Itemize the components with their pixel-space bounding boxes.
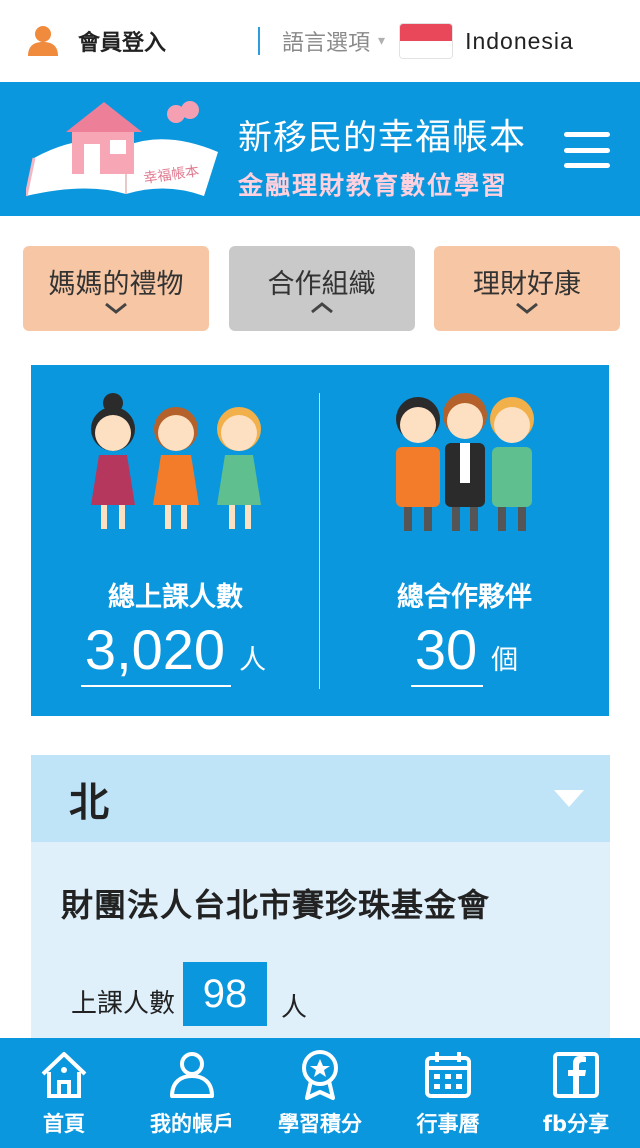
chevron-down-icon — [516, 302, 538, 314]
tab-partners[interactable]: 合作組織 — [228, 246, 415, 331]
partners-unit: 個 — [491, 645, 519, 676]
facebook-icon — [553, 1052, 599, 1098]
calendar-icon — [425, 1052, 471, 1098]
nav-learning-points[interactable]: 學習積分 — [256, 1038, 384, 1148]
site-header: 幸福帳本 新移民的幸福帳本 金融理財教育數位學習 — [0, 82, 640, 216]
brand-title[interactable]: 新移民的幸福帳本 金融理財教育數位學習 — [238, 108, 526, 202]
language-label: 語言選項 — [282, 31, 371, 56]
students-unit: 人 — [239, 645, 267, 676]
nav-label: 首頁 — [43, 1112, 85, 1136]
member-login-link[interactable]: 會員登入 — [26, 24, 166, 58]
stats-panel: 總上課人數 3,020 人 總合作夥伴 30 個 — [31, 365, 609, 716]
triangle-down-icon — [554, 790, 584, 807]
caret-down-icon: ▾ — [378, 33, 386, 49]
bottom-nav: 首頁 我的帳戶 學習積分 行事曆 fb分享 — [0, 1038, 640, 1148]
logo-book-house-icon[interactable]: 幸福帳本 — [26, 96, 226, 204]
tab-finance-offers[interactable]: 理財好康 — [434, 246, 620, 331]
women-illustration-icon — [90, 393, 261, 529]
brand-main: 幸福帳本 — [378, 117, 527, 158]
brand-prefix: 新移民的 — [238, 118, 378, 158]
students-stat: 總上課人數 3,020 人 — [31, 365, 320, 716]
nav-account[interactable]: 我的帳戶 — [128, 1038, 256, 1148]
nav-home[interactable]: 首頁 — [0, 1038, 128, 1148]
language-select[interactable]: 語言選項 ▾ — [282, 25, 385, 57]
partners-illustration-icon — [395, 393, 534, 531]
brand-subtitle: 金融理財教育數位學習 — [238, 171, 509, 200]
tab-mothers-gift[interactable]: 媽媽的禮物 — [23, 246, 209, 331]
award-icon — [302, 1050, 338, 1100]
nav-label: fb分享 — [542, 1112, 610, 1136]
region-accordion-header[interactable]: 北 — [31, 755, 610, 842]
tab-label: 合作組織 — [267, 269, 376, 300]
menu-icon[interactable] — [564, 132, 610, 168]
nav-facebook-share[interactable]: fb分享 — [512, 1038, 640, 1148]
tab-label: 媽媽的禮物 — [48, 269, 184, 300]
home-icon — [41, 1052, 87, 1098]
partners-value: 30 — [410, 615, 484, 687]
nav-label: 行事曆 — [416, 1112, 480, 1136]
count-unit: 人 — [281, 993, 308, 1023]
language-name[interactable]: Indonesia — [465, 28, 574, 55]
indonesia-flag-icon[interactable] — [399, 23, 454, 59]
nav-label: 我的帳戶 — [150, 1112, 234, 1136]
student-count-row: 上課人數 98 人 — [61, 962, 580, 1026]
students-value: 3,020 — [80, 615, 232, 687]
nav-calendar[interactable]: 行事曆 — [384, 1038, 512, 1148]
count-value: 98 — [183, 962, 268, 1026]
divider — [258, 27, 261, 55]
member-login-label: 會員登入 — [78, 31, 167, 56]
partners-stat: 總合作夥伴 30 個 — [320, 365, 609, 716]
top-bar: 會員登入 語言選項 ▾ Indonesia — [0, 0, 640, 82]
students-label: 總上課人數 — [108, 582, 243, 613]
count-label: 上課人數 — [71, 989, 176, 1019]
partners-label: 總合作夥伴 — [397, 582, 532, 613]
nav-label: 學習積分 — [278, 1112, 362, 1136]
user-icon — [28, 26, 58, 56]
chevron-up-icon — [310, 302, 333, 314]
tab-label: 理財好康 — [473, 269, 581, 300]
region-title: 北 — [69, 779, 109, 826]
chevron-down-icon — [105, 302, 127, 314]
organization-name: 財團法人台北市賽珍珠基金會 — [61, 886, 491, 924]
user-icon — [170, 1052, 214, 1098]
category-tabs: 媽媽的禮物 合作組織 理財好康 — [0, 246, 640, 331]
